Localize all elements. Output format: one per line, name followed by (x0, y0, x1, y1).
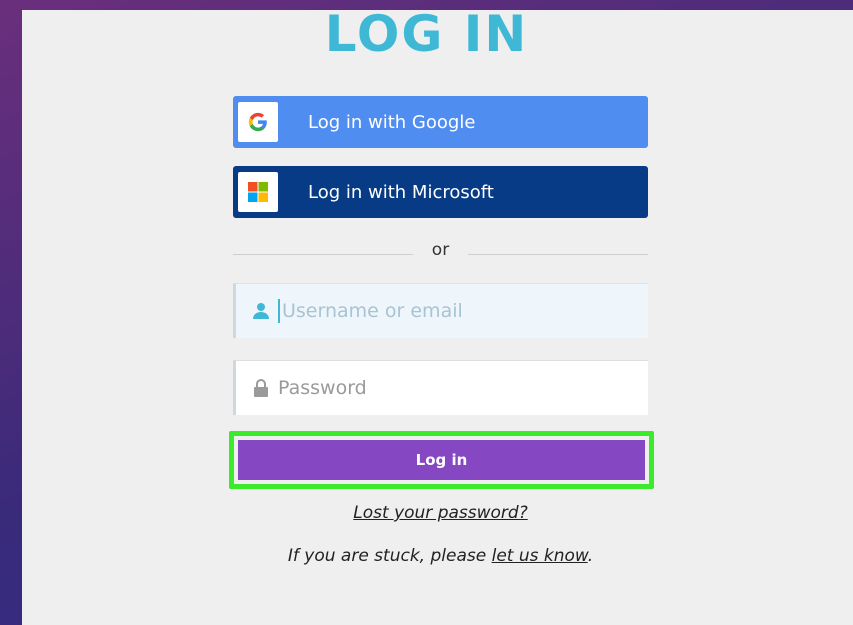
lost-password-link[interactable]: Lost your password? (0, 503, 853, 523)
divider-or-text: or (431, 240, 450, 260)
google-login-label: Log in with Google (308, 111, 476, 133)
password-field[interactable] (233, 360, 648, 415)
microsoft-login-label: Log in with Microsoft (308, 181, 494, 203)
page-title: LOG IN (324, 5, 529, 63)
user-icon (250, 300, 272, 322)
username-field[interactable] (233, 283, 648, 338)
divider-line-right (468, 254, 648, 255)
let-us-know-link[interactable]: let us know (492, 546, 588, 566)
microsoft-login-button[interactable]: Log in with Microsoft (233, 166, 648, 218)
password-input[interactable] (278, 377, 628, 399)
stuck-help-suffix: . (587, 546, 594, 566)
divider-line-left (233, 254, 413, 255)
google-icon (238, 102, 278, 142)
username-input[interactable] (282, 300, 632, 322)
stuck-help-text: If you are stuck, please let us know. (0, 546, 853, 566)
text-cursor (278, 299, 280, 323)
login-button[interactable]: Log in (238, 440, 645, 480)
stuck-help-prefix: If you are stuck, please (287, 546, 492, 566)
google-login-button[interactable]: Log in with Google (233, 96, 648, 148)
microsoft-icon (238, 172, 278, 212)
lock-icon (250, 377, 272, 399)
